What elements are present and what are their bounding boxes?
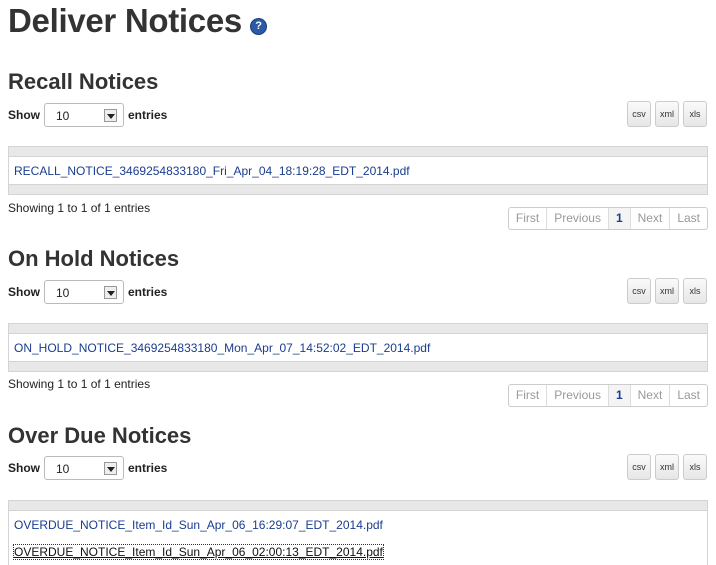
show-label: Show (8, 461, 40, 475)
show-label: Show (8, 285, 40, 299)
pager-next[interactable]: Next (629, 208, 670, 229)
pager-last[interactable]: Last (669, 385, 707, 406)
pager-page-1[interactable]: 1 (607, 385, 630, 406)
page-size-control: Show 10 entries (8, 102, 167, 128)
help-icon[interactable]: ? (249, 17, 267, 35)
on-hold-notices-section: On Hold Notices Show 10 entries csv xml … (0, 246, 716, 411)
export-csv-button[interactable]: csv (627, 278, 651, 304)
notice-file-link[interactable]: ON_HOLD_NOTICE_3469254833180_Mon_Apr_07_… (14, 341, 430, 355)
pager-last[interactable]: Last (669, 208, 707, 229)
chevron-down-icon (104, 109, 117, 122)
table-row: OVERDUE_NOTICE_Item_Id_Sun_Apr_06_02:00:… (9, 538, 707, 565)
section-title: Over Due Notices (8, 423, 192, 448)
table-header (9, 324, 707, 334)
pager-first[interactable]: First (509, 385, 546, 406)
table-header (9, 147, 707, 157)
page-size-control: Show 10 entries (8, 455, 167, 481)
pager-previous[interactable]: Previous (546, 385, 608, 406)
page-size-control: Show 10 entries (8, 279, 167, 305)
pager-first[interactable]: First (509, 208, 546, 229)
chevron-down-icon (104, 462, 117, 475)
table-row: ON_HOLD_NOTICE_3469254833180_Mon_Apr_07_… (9, 334, 707, 361)
page-size-value: 10 (56, 109, 70, 123)
notices-table: RECALL_NOTICE_3469254833180_Fri_Apr_04_1… (8, 146, 708, 195)
export-xls-button[interactable]: xls (683, 101, 707, 127)
notices-table: ON_HOLD_NOTICE_3469254833180_Mon_Apr_07_… (8, 323, 708, 372)
pager-page-1[interactable]: 1 (607, 208, 630, 229)
table-footer (9, 361, 707, 371)
export-xls-button[interactable]: xls (683, 454, 707, 480)
page-title-text: Deliver Notices (8, 2, 242, 39)
section-title: Recall Notices (8, 69, 159, 94)
export-xml-button[interactable]: xml (655, 278, 679, 304)
table-header (9, 501, 707, 511)
pager-next[interactable]: Next (629, 385, 670, 406)
notice-file-link[interactable]: OVERDUE_NOTICE_Item_Id_Sun_Apr_06_16:29:… (14, 518, 383, 532)
export-csv-button[interactable]: csv (627, 454, 651, 480)
notice-file-link[interactable]: RECALL_NOTICE_3469254833180_Fri_Apr_04_1… (14, 164, 410, 178)
export-xml-button[interactable]: xml (655, 454, 679, 480)
table-footer (9, 184, 707, 194)
page-size-select[interactable]: 10 (44, 103, 124, 127)
pager-previous[interactable]: Previous (546, 208, 608, 229)
notice-file-link[interactable]: OVERDUE_NOTICE_Item_Id_Sun_Apr_06_02:00:… (13, 543, 384, 560)
export-csv-button[interactable]: csv (627, 101, 651, 127)
recall-notices-section: Recall Notices Show 10 entries csv xml x… (0, 69, 716, 234)
table-info: Showing 1 to 1 of 1 entries (8, 377, 151, 391)
overdue-notices-section: Over Due Notices Show 10 entries csv xml… (0, 423, 716, 565)
chevron-down-icon (104, 286, 117, 299)
pagination: First Previous 1 Next Last (507, 207, 708, 230)
table-row: RECALL_NOTICE_3469254833180_Fri_Apr_04_1… (9, 157, 707, 184)
table-info: Showing 1 to 1 of 1 entries (8, 201, 151, 215)
page-size-select[interactable]: 10 (44, 280, 124, 304)
section-title: On Hold Notices (8, 246, 180, 271)
export-buttons: csv xml xls (627, 454, 707, 480)
export-buttons: csv xml xls (627, 101, 707, 127)
page-title: Deliver Notices ? (8, 2, 267, 40)
notices-table: OVERDUE_NOTICE_Item_Id_Sun_Apr_06_16:29:… (8, 500, 708, 565)
page-size-select[interactable]: 10 (44, 456, 124, 480)
pagination: First Previous 1 Next Last (507, 384, 708, 407)
page-size-value: 10 (56, 286, 70, 300)
entries-label: entries (128, 285, 168, 299)
table-row: OVERDUE_NOTICE_Item_Id_Sun_Apr_06_16:29:… (9, 511, 707, 538)
show-label: Show (8, 108, 40, 122)
entries-label: entries (128, 108, 168, 122)
page-size-value: 10 (56, 462, 70, 476)
export-buttons: csv xml xls (627, 278, 707, 304)
entries-label: entries (128, 461, 168, 475)
export-xml-button[interactable]: xml (655, 101, 679, 127)
export-xls-button[interactable]: xls (683, 278, 707, 304)
